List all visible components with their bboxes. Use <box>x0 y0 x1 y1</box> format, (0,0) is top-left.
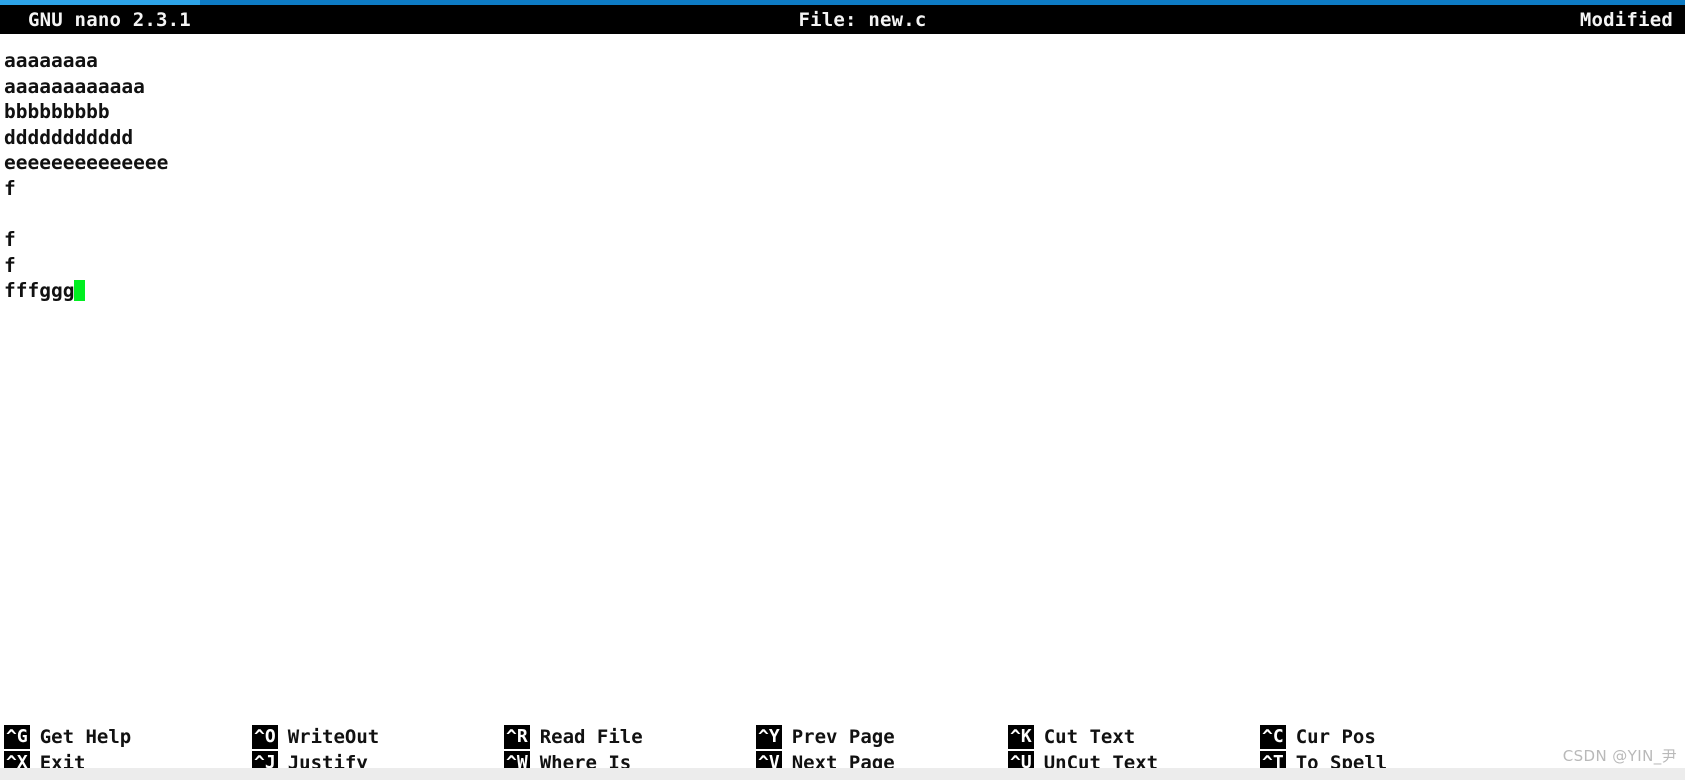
shortcut-key: ^K <box>1008 725 1034 749</box>
watermark-label: CSDN @YIN_尹 <box>1562 747 1677 765</box>
editor-line[interactable]: aaaaaaaaaaaa <box>4 74 1685 100</box>
modified-status-label: Modified <box>1579 8 1673 31</box>
shortcut-cur-pos[interactable]: ^C Cur Pos <box>1260 725 1512 749</box>
nano-editor-window: GNU nano 2.3.1 File: new.c Modified aaaa… <box>0 0 1685 780</box>
editor-line[interactable]: aaaaaaaa <box>4 48 1685 74</box>
shortcut-label: WriteOut <box>287 726 380 748</box>
shortcut-label: Cut Text <box>1043 726 1136 748</box>
editor-line[interactable]: f <box>4 227 1685 253</box>
editor-line[interactable]: f <box>4 253 1685 279</box>
editor-line-text: f <box>4 176 16 200</box>
shortcut-label: Read File <box>539 726 643 748</box>
editor-line-text: ddddddddddd <box>4 125 134 149</box>
file-name-label: File: new.c <box>798 8 927 31</box>
text-cursor <box>74 280 86 302</box>
editor-line[interactable]: f <box>4 176 1685 202</box>
editor-line-text: aaaaaaaa <box>4 49 98 72</box>
shortcut-key: ^Y <box>756 725 782 749</box>
shortcut-key: ^C <box>1260 725 1286 749</box>
shortcut-read-file[interactable]: ^R Read File <box>504 725 756 749</box>
editor-line[interactable] <box>4 202 1685 228</box>
editor-line-text: aaaaaaaaaaaa <box>4 74 145 98</box>
shortcut-key: ^G <box>4 725 30 749</box>
editor-line-text: fffggg <box>4 279 75 303</box>
page-bottom-edge <box>0 768 1685 780</box>
shortcut-cut-text[interactable]: ^K Cut Text <box>1008 725 1260 749</box>
shortcut-row: ^G Get Help ^O WriteOut ^R Read File ^Y Prev Pa… <box>0 724 1685 750</box>
editor-line-text: f <box>4 228 16 252</box>
editor-line[interactable]: ddddddddddd <box>4 125 1685 151</box>
editor-line[interactable]: eeeeeeeeeeeeee <box>4 150 1685 176</box>
editor-line-text: eeeeeeeeeeeeee <box>4 151 169 175</box>
editor-text-area[interactable]: aaaaaaaa aaaaaaaaaaaa bbbbbbbbb ddddddddddd… <box>0 34 1685 724</box>
editor-line[interactable]: bbbbbbbbb <box>4 99 1685 125</box>
editor-line[interactable]: fffggg <box>4 278 1685 304</box>
shortcut-label: Prev Page <box>791 726 895 748</box>
editor-line-text: bbbbbbbbb <box>4 100 110 124</box>
shortcut-key: ^R <box>504 725 530 749</box>
shortcut-writeout[interactable]: ^O WriteOut <box>252 725 504 749</box>
shortcut-get-help[interactable]: ^G Get Help <box>0 725 252 749</box>
editor-line-text: f <box>4 253 16 277</box>
shortcut-label: Get Help <box>39 726 132 748</box>
shortcut-key: ^O <box>252 725 278 749</box>
title-bar: GNU nano 2.3.1 File: new.c Modified <box>0 5 1685 34</box>
shortcut-prev-page[interactable]: ^Y Prev Page <box>756 725 1008 749</box>
shortcut-label: Cur Pos <box>1295 726 1376 748</box>
